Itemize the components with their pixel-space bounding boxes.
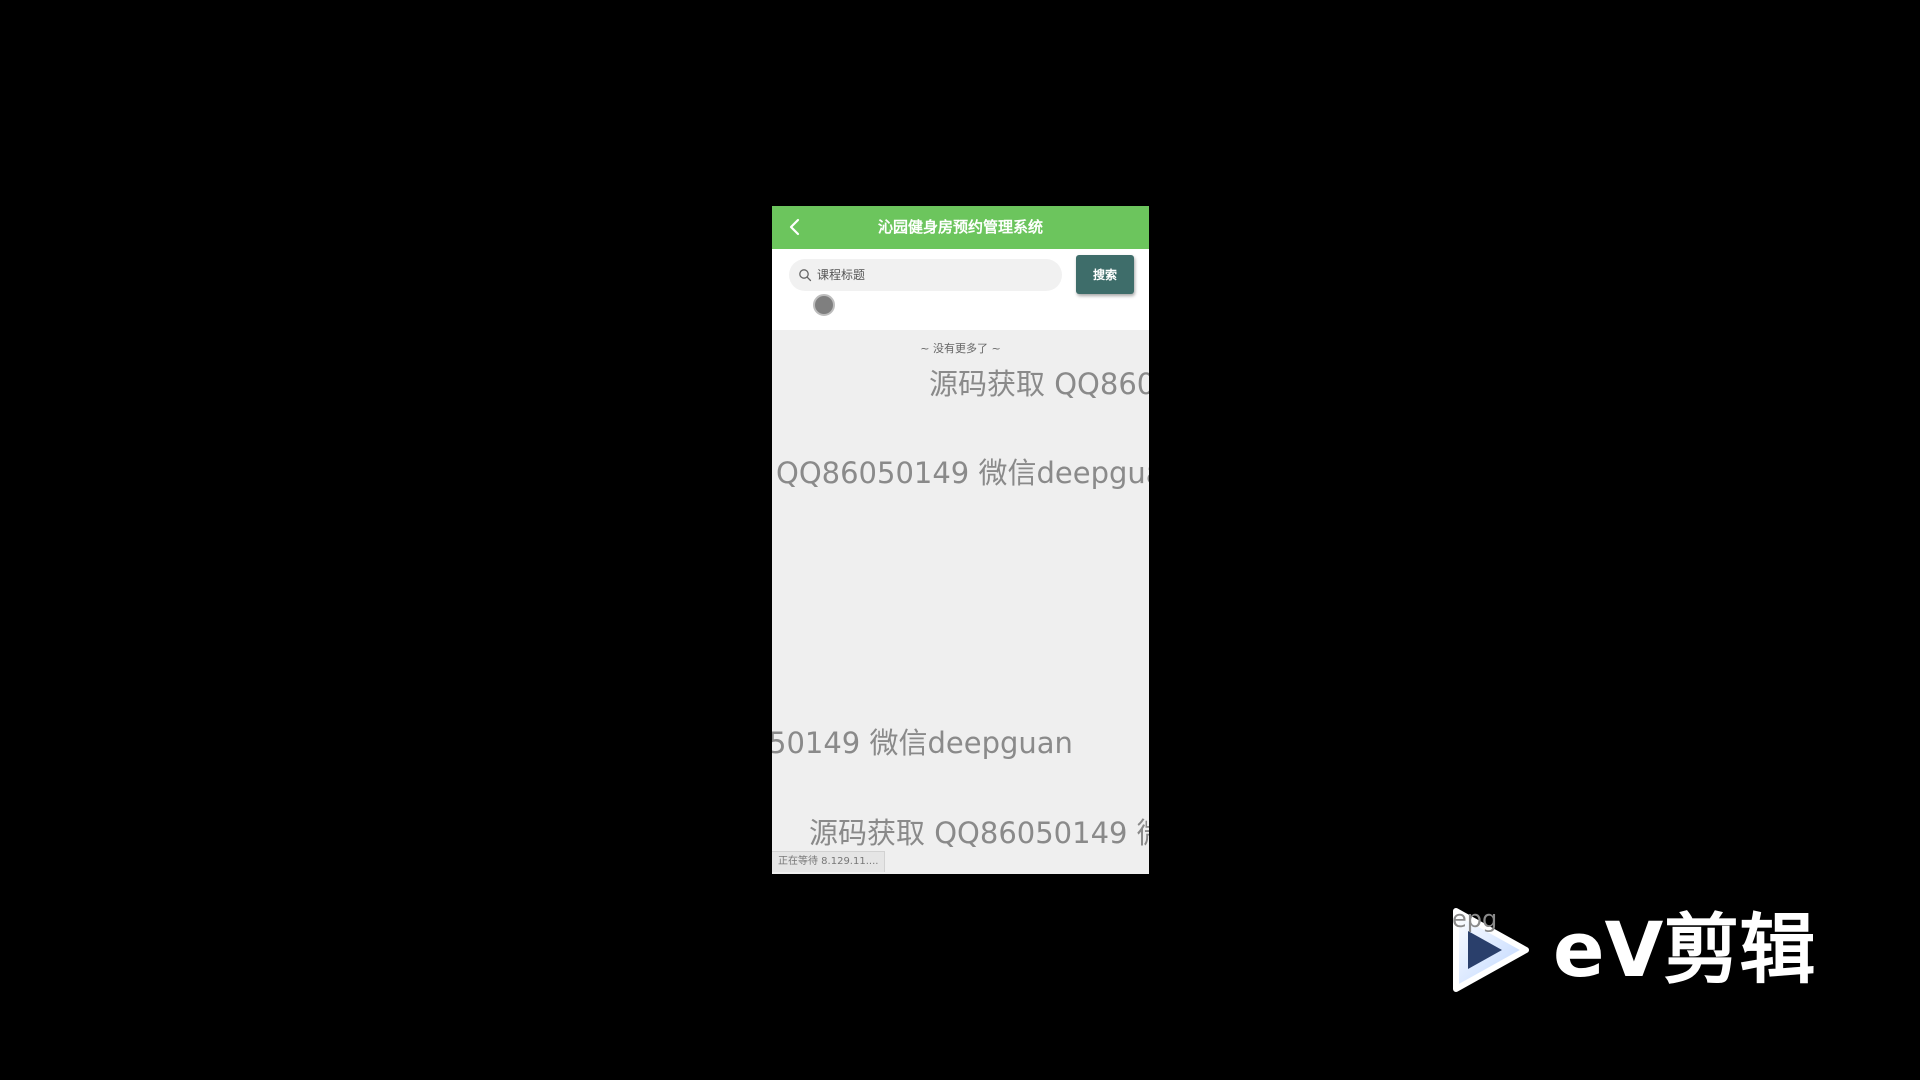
list-end-text: ~ 没有更多了 ~ <box>920 342 1001 355</box>
search-field[interactable] <box>789 259 1062 291</box>
search-button[interactable]: 搜索 <box>1076 255 1134 294</box>
watermark-text: QQ86050149 微信deepgua <box>776 456 1149 490</box>
watermark-fragment: epg <box>1452 905 1498 933</box>
phone-screen: 沁园健身房预约管理系统 搜索 ~ 没有更多了 ~ 源码获取 QQ860 QQ86… <box>772 206 1149 874</box>
watermark-text: 源码获取 QQ86050149 微 <box>809 816 1149 850</box>
brand-name: eV剪辑 <box>1553 905 1816 994</box>
search-icon <box>799 269 812 282</box>
watermark-text: 源码获取 QQ860 <box>929 367 1149 401</box>
loading-status-bar: 正在等待 8.129.11.... <box>772 851 886 872</box>
page-title: 沁园健身房预约管理系统 <box>877 218 1043 236</box>
search-area: 搜索 <box>772 249 1149 330</box>
touch-cursor-indicator <box>813 294 835 316</box>
search-input[interactable] <box>817 259 1053 291</box>
ev-editor-logo: epg eV剪辑 <box>1450 905 1830 1005</box>
navbar: 沁园健身房预约管理系统 <box>772 206 1149 249</box>
watermark-text: 50149 微信deepguan <box>772 726 1073 760</box>
